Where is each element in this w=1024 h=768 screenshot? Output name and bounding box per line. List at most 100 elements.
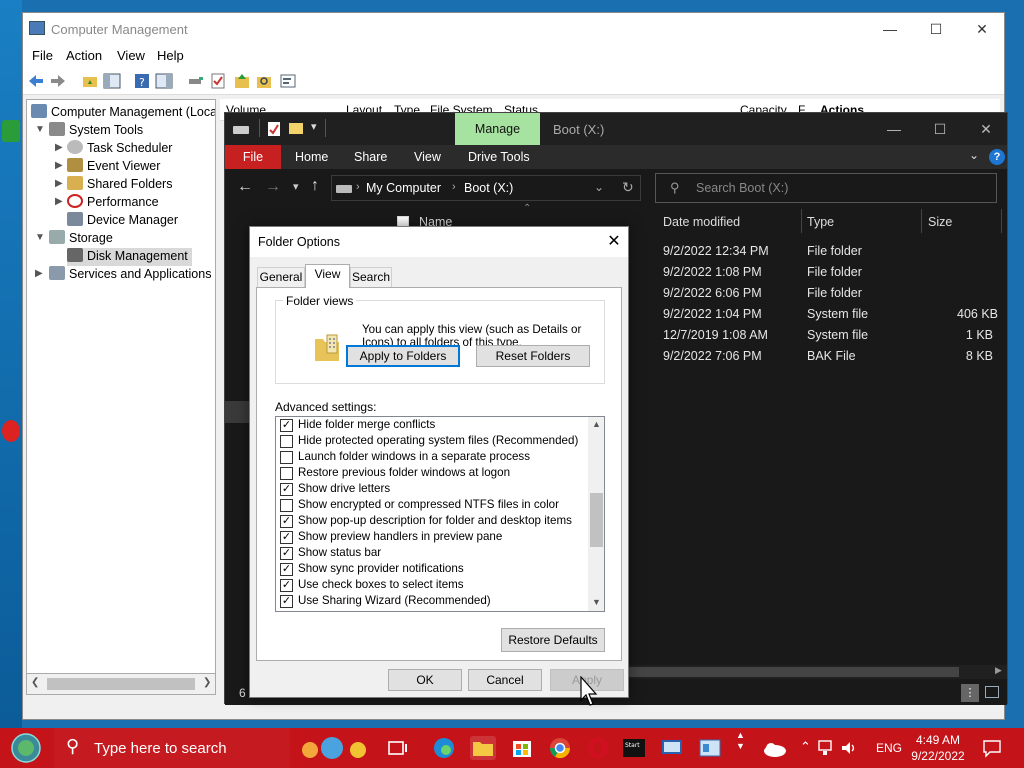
column-type[interactable]: Type (807, 215, 834, 229)
column-divider[interactable] (801, 209, 802, 233)
tree-item-system-tools[interactable]: System Tools (49, 122, 143, 140)
file-row[interactable]: 9/2/2022 1:08 PM File folder (663, 262, 1007, 283)
expand-icon[interactable]: ▶ (55, 142, 63, 153)
checkbox-unchecked[interactable] (280, 435, 293, 448)
find-folder-icon[interactable] (255, 72, 273, 90)
checklist-icon[interactable] (209, 72, 227, 90)
chrome-browser-icon[interactable] (548, 736, 572, 760)
expand-icon[interactable]: ▶ (35, 268, 43, 279)
refresh-icon[interactable]: ↻ (622, 179, 634, 196)
tab-view[interactable]: View (305, 264, 350, 288)
start-app-icon[interactable]: Start (622, 736, 646, 760)
cancel-button[interactable]: Cancel (468, 669, 542, 691)
checkbox-checked[interactable]: ✓ (280, 483, 293, 496)
menu-view[interactable]: View (117, 48, 145, 63)
advanced-option[interactable]: Show encrypted or compressed NTFS files … (280, 498, 559, 514)
tree-item-task-scheduler[interactable]: Task Scheduler (67, 140, 172, 158)
menu-file[interactable]: File (32, 48, 53, 63)
maximize-button[interactable]: ☐ (917, 113, 963, 145)
chevron-right-icon[interactable]: › (356, 181, 360, 193)
tree-item-event-viewer[interactable]: Event Viewer (67, 158, 160, 176)
scrollbar-thumb[interactable] (629, 667, 959, 677)
advanced-option[interactable]: Restore previous folder windows at logon (280, 466, 510, 482)
opera-browser-icon[interactable] (586, 736, 610, 760)
advanced-option[interactable]: ✓ Show sync provider notifications (280, 562, 464, 578)
tree-horizontal-scrollbar[interactable]: ❮ ❯ (26, 673, 216, 695)
reset-folders-button[interactable]: Reset Folders (476, 345, 590, 367)
search-highlights-icon[interactable] (298, 734, 370, 762)
column-size[interactable]: Size (928, 215, 952, 229)
file-row[interactable]: 9/2/2022 1:04 PM System file 406 KB (663, 304, 1007, 325)
help-icon[interactable]: ? (989, 149, 1005, 165)
scroll-down-icon[interactable]: ▼ (592, 597, 601, 607)
ribbon-share-tab[interactable]: Share (354, 150, 387, 164)
control-panel-icon[interactable] (698, 736, 722, 760)
ribbon-home-tab[interactable]: Home (295, 150, 328, 164)
advanced-option[interactable]: ✓ Show pop-up description for folder and … (280, 514, 572, 530)
title-bar[interactable]: Computer Management — ☐ ✕ (23, 13, 1004, 45)
close-button[interactable]: ✕ (959, 13, 1005, 45)
scroll-left-icon[interactable]: ❮ (31, 677, 39, 688)
up-folder-icon[interactable] (81, 72, 99, 90)
desktop-icon[interactable] (2, 58, 20, 80)
file-row[interactable]: 12/7/2019 1:08 AM System file 1 KB (663, 325, 1007, 346)
new-folder-icon[interactable] (289, 121, 303, 135)
up-arrow-icon[interactable]: ↑ (311, 177, 319, 195)
tab-search[interactable]: Search (350, 267, 392, 287)
minimize-button[interactable]: — (871, 113, 917, 145)
task-view-icon[interactable] (386, 736, 410, 760)
volume-icon[interactable] (840, 740, 858, 756)
column-divider[interactable] (1001, 209, 1002, 233)
forward-arrow-icon[interactable]: → (265, 178, 281, 196)
details-view-icon[interactable]: ⋮ (961, 684, 979, 702)
close-button[interactable]: ✕ (602, 231, 626, 253)
forward-arrow-icon[interactable] (49, 72, 67, 90)
maximize-button[interactable]: ☐ (913, 13, 959, 45)
file-explorer-icon[interactable] (470, 736, 496, 760)
breadcrumb-item[interactable]: My Computer (366, 181, 441, 195)
file-row[interactable]: 9/2/2022 7:06 PM BAK File 8 KB (663, 346, 1007, 367)
clock[interactable]: 4:49 AM 9/22/2022 (902, 732, 974, 764)
desktop-icon[interactable] (2, 120, 20, 142)
checkbox-checked[interactable]: ✓ (280, 419, 293, 432)
apply-to-folders-button[interactable]: Apply to Folders (346, 345, 460, 367)
tree-item-device-manager[interactable]: Device Manager (67, 212, 178, 230)
desktop-icon[interactable] (2, 420, 20, 442)
file-list-horizontal-scrollbar[interactable]: ▶ (629, 665, 1007, 679)
microsoft-store-icon[interactable] (510, 736, 534, 760)
notifications-icon[interactable] (982, 738, 1002, 758)
expand-icon[interactable]: ▶ (55, 178, 63, 189)
navigation-pane-item[interactable] (225, 401, 251, 423)
menu-action[interactable]: Action (66, 48, 102, 63)
advanced-option[interactable]: Launch folder windows in a separate proc… (280, 450, 530, 466)
weather-cloud-icon[interactable] (762, 740, 788, 758)
menu-help[interactable]: Help (157, 48, 184, 63)
tree-item-storage[interactable]: Storage (49, 230, 113, 248)
advanced-settings-scrollbar[interactable]: ▲ ▼ (588, 417, 604, 611)
properties-icon[interactable] (267, 121, 281, 137)
scroll-up-icon[interactable]: ▲ (592, 419, 601, 429)
edge-browser-icon[interactable] (432, 736, 456, 760)
advanced-option[interactable]: ✓ Show drive letters (280, 482, 390, 498)
title-bar[interactable]: ▾ Manage Boot (X:) — ☐ ✕ (225, 113, 1007, 145)
collapse-icon[interactable]: ▼ (35, 124, 45, 135)
quick-access-dropdown-icon[interactable]: ▾ (311, 120, 317, 133)
scrollbar-thumb[interactable] (590, 493, 603, 547)
checkbox-unchecked[interactable] (280, 467, 293, 480)
dialog-title-bar[interactable]: Folder Options ✕ (250, 227, 628, 257)
ribbon-view-tab[interactable]: View (414, 150, 441, 164)
checkbox-checked[interactable]: ✓ (280, 547, 293, 560)
recent-locations-icon[interactable]: ▾ (293, 180, 299, 193)
taskbar-search-box[interactable]: ⚲ Type here to search (54, 728, 290, 768)
checkbox-checked[interactable]: ✓ (280, 579, 293, 592)
checkbox-unchecked[interactable] (280, 451, 293, 464)
file-row[interactable]: 9/2/2022 6:06 PM File folder (663, 283, 1007, 304)
language-indicator[interactable]: ENG (876, 741, 902, 755)
restore-defaults-button[interactable]: Restore Defaults (501, 628, 605, 652)
scrollbar-thumb[interactable] (47, 678, 195, 690)
tree-item-performance[interactable]: Performance (67, 194, 159, 212)
search-box[interactable]: ⚲ Search Boot (X:) (655, 173, 997, 203)
back-arrow-icon[interactable]: ← (237, 178, 253, 196)
remote-desktop-icon[interactable] (660, 736, 684, 760)
advanced-option[interactable]: ✓ Hide folder merge conflicts (280, 418, 435, 434)
